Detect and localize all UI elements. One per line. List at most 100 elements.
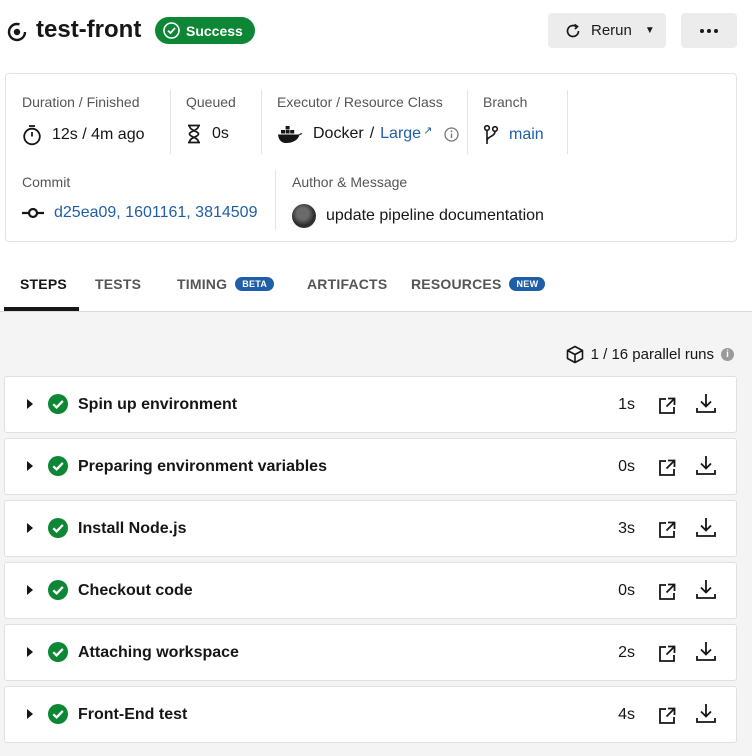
tab-tests[interactable]: TESTS	[95, 276, 141, 292]
open-in-new-icon[interactable]	[657, 582, 677, 602]
step-row[interactable]: Install Node.js 3s	[4, 500, 737, 557]
duration-label: Duration / Finished	[22, 94, 140, 110]
page-title: test-front	[36, 16, 142, 43]
active-tab-indicator	[4, 307, 79, 311]
more-dots-icon	[700, 28, 718, 33]
step-duration: 2s	[618, 644, 635, 661]
step-name: Attaching workspace	[78, 644, 239, 661]
branch-link[interactable]: main	[509, 126, 544, 144]
step-row[interactable]: Spin up environment 1s	[4, 376, 737, 433]
job-icon	[7, 22, 27, 42]
tab-steps[interactable]: STEPS	[20, 276, 67, 292]
branch-icon	[483, 124, 499, 144]
info-icon[interactable]: i	[721, 348, 734, 361]
step-name: Front-End test	[78, 706, 188, 723]
tab-resources[interactable]: RESOURCES NEW	[411, 276, 546, 292]
tab-timing[interactable]: TIMING BETA	[177, 276, 275, 292]
success-check-icon	[48, 518, 68, 538]
avatar	[292, 204, 316, 228]
open-in-new-icon[interactable]	[657, 396, 677, 416]
expand-caret-icon[interactable]	[27, 523, 33, 533]
status-badge: Success	[155, 17, 255, 44]
open-in-new-icon[interactable]	[657, 644, 677, 664]
status-label: Success	[186, 22, 243, 39]
commit-label: Commit	[22, 174, 71, 190]
success-check-icon	[48, 642, 68, 662]
author-cell: Author & Message update pipeline documen…	[292, 174, 544, 228]
step-row[interactable]: Attaching workspace 2s	[4, 624, 737, 681]
chevron-down-icon: ▼	[644, 25, 655, 36]
download-icon[interactable]	[695, 578, 717, 600]
job-info-card: Duration / Finished 12s / 4m ago Queued …	[5, 73, 737, 242]
success-check-icon	[48, 394, 68, 414]
expand-caret-icon[interactable]	[27, 399, 33, 409]
download-icon[interactable]	[695, 516, 717, 538]
open-in-new-icon[interactable]	[657, 706, 677, 726]
success-check-icon	[48, 456, 68, 476]
open-in-new-icon[interactable]	[657, 520, 677, 540]
branch-label: Branch	[483, 94, 528, 110]
duration-cell: Duration / Finished 12s / 4m ago	[22, 94, 145, 146]
step-row[interactable]: Preparing environment variables 0s	[4, 438, 737, 495]
step-name: Preparing environment variables	[78, 458, 327, 475]
success-check-icon	[48, 704, 68, 724]
expand-caret-icon[interactable]	[27, 709, 33, 719]
step-name: Spin up environment	[78, 396, 238, 413]
hourglass-icon	[188, 124, 200, 144]
queued-cell: Queued 0s	[186, 94, 236, 144]
step-duration: 0s	[618, 582, 635, 599]
branch-cell: Branch main	[483, 94, 544, 146]
step-name: Checkout code	[78, 582, 193, 599]
executor-separator: /	[369, 125, 375, 142]
download-icon[interactable]	[695, 702, 717, 724]
parallel-runs-label: 1 / 16 parallel runs	[590, 346, 714, 363]
step-name: Install Node.js	[78, 520, 187, 537]
resource-class-link[interactable]: Large	[380, 125, 421, 143]
commit-message: update pipeline documentation	[326, 207, 544, 224]
executor-value: Docker	[313, 125, 364, 142]
parallel-runs[interactable]: 1 / 16 parallel runs i	[566, 345, 734, 364]
tab-label: RESOURCES	[411, 276, 502, 292]
queued-value: 0s	[212, 125, 229, 142]
commit-cell: Commit d25ea09, 1601161, 3814509	[22, 174, 257, 222]
expand-caret-icon[interactable]	[27, 585, 33, 595]
step-duration: 0s	[618, 458, 635, 475]
step-duration: 4s	[618, 706, 635, 723]
more-options-button[interactable]	[681, 13, 737, 48]
cube-icon	[566, 345, 583, 364]
step-duration: 3s	[618, 520, 635, 537]
commit-links[interactable]: d25ea09, 1601161, 3814509	[54, 204, 257, 222]
external-link-icon: ↗	[423, 124, 433, 137]
commit-icon	[22, 207, 44, 219]
step-row[interactable]: Front-End test 4s	[4, 686, 737, 743]
rerun-label: Rerun	[591, 22, 632, 39]
steps-panel: 1 / 16 parallel runs i Spin up environme…	[0, 312, 752, 756]
job-header: test-front Success Rerun ▼	[0, 0, 752, 62]
new-badge: NEW	[509, 277, 546, 291]
tab-label: TIMING	[177, 276, 228, 292]
expand-caret-icon[interactable]	[27, 647, 33, 657]
tab-label: TESTS	[95, 276, 142, 292]
rerun-button[interactable]: Rerun ▼	[548, 13, 666, 48]
check-circle-icon	[163, 22, 180, 39]
duration-value: 12s / 4m ago	[52, 126, 145, 143]
open-in-new-icon[interactable]	[657, 458, 677, 478]
tab-artifacts[interactable]: ARTIFACTS	[307, 276, 387, 292]
tab-bar: STEPS TESTS TIMING BETA ARTIFACTS RESOUR…	[0, 258, 752, 312]
docker-icon	[278, 126, 303, 143]
queued-label: Queued	[186, 94, 236, 110]
step-row[interactable]: Checkout code 0s	[4, 562, 737, 619]
info-icon[interactable]	[444, 126, 459, 142]
success-check-icon	[48, 580, 68, 600]
stopwatch-icon	[23, 125, 41, 146]
download-icon[interactable]	[695, 392, 717, 414]
download-icon[interactable]	[695, 640, 717, 662]
expand-caret-icon[interactable]	[27, 461, 33, 471]
refresh-icon	[566, 23, 580, 37]
download-icon[interactable]	[695, 454, 717, 476]
tab-label: ARTIFACTS	[307, 276, 388, 292]
executor-label: Executor / Resource Class	[277, 94, 443, 110]
tab-label: STEPS	[20, 276, 67, 292]
executor-cell: Executor / Resource Class Docker / Large…	[277, 94, 459, 144]
author-label: Author & Message	[292, 174, 408, 190]
